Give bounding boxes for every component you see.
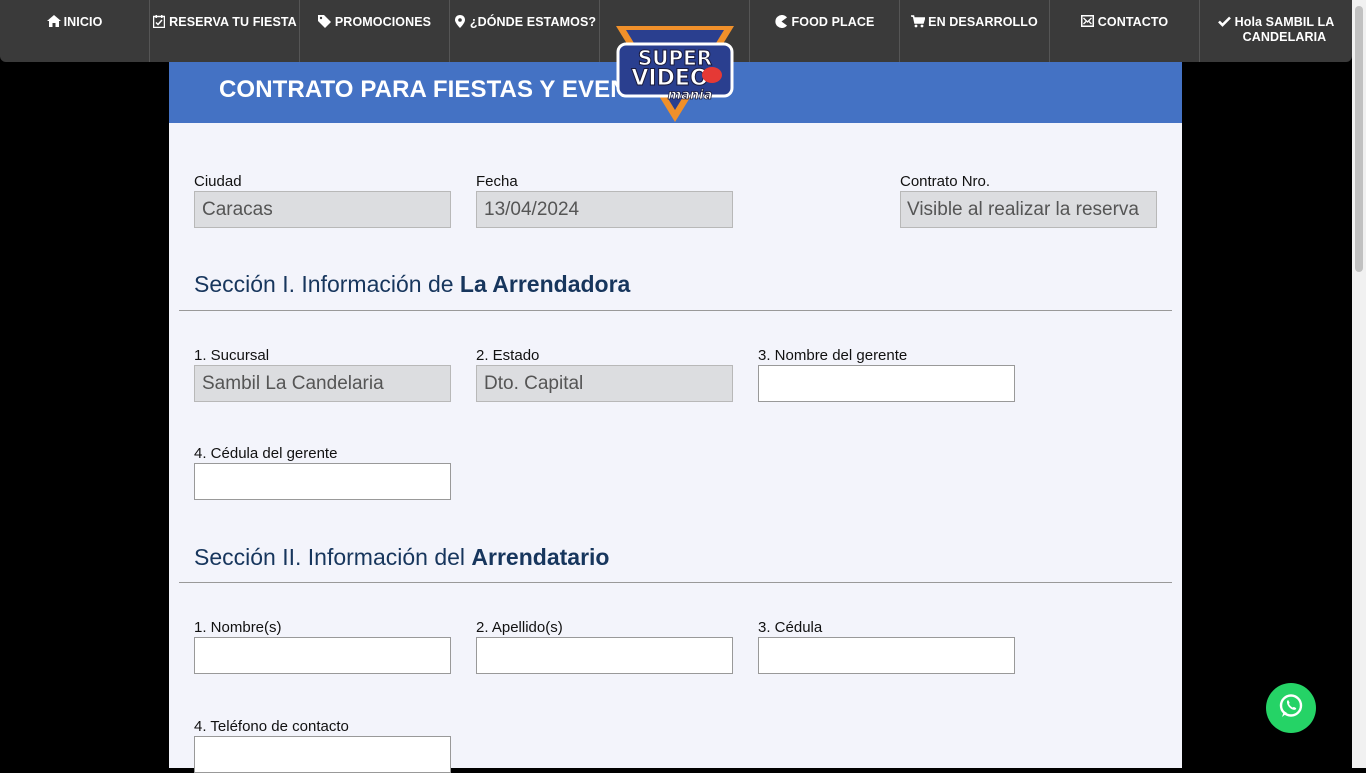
map-pin-icon [453, 15, 467, 32]
cedula-gerente-input[interactable] [194, 463, 451, 500]
sucursal-input[interactable] [194, 365, 451, 402]
mail-icon [1081, 15, 1095, 31]
super-video-mania-logo[interactable]: SUPER VIDEO mania [612, 22, 738, 126]
ciudad-label: Ciudad [194, 173, 242, 190]
section1-title: Sección I. Información de La Arrendadora [194, 271, 630, 298]
apellido-field: 2. Apellido(s) [476, 619, 733, 674]
nav-reserva-label: RESERVA TU FIESTA [169, 15, 297, 29]
estado-label: 2. Estado [476, 347, 540, 364]
fecha-label: Fecha [476, 173, 518, 190]
home-icon [46, 15, 61, 31]
nombre-label: 1. Nombre(s) [194, 619, 282, 636]
contrato-label: Contrato Nro. [900, 173, 991, 190]
telefono-label: 4. Teléfono de contacto [194, 718, 349, 735]
gerente-input[interactable] [758, 365, 1015, 402]
cedula-gerente-label: 4. Cédula del gerente [194, 445, 338, 462]
cedula-label: 3. Cédula [758, 619, 823, 636]
ciudad-field: Ciudad [194, 173, 451, 228]
sucursal-field: 1. Sucursal [194, 347, 451, 402]
nav-desarrollo-label: EN DESARROLLO [928, 15, 1038, 29]
nav-promociones-label: PROMOCIONES [334, 15, 432, 29]
estado-field: 2. Estado [476, 347, 733, 402]
sucursal-label: 1. Sucursal [194, 347, 270, 364]
gerente-field: 3. Nombre del gerente [758, 347, 1015, 402]
calendar-check-icon [152, 15, 166, 32]
nombre-input[interactable] [194, 637, 451, 674]
pacman-icon [775, 15, 789, 32]
section1-title-bold: La Arrendadora [459, 271, 631, 297]
nav-food-label: FOOD PLACE [791, 15, 875, 29]
fecha-input[interactable] [476, 191, 733, 228]
telefono-field: 4. Teléfono de contacto [194, 718, 451, 773]
whatsapp-button[interactable] [1266, 683, 1316, 733]
section1-title-prefix: Sección I. Información de [194, 271, 460, 297]
section2-title: Sección II. Información del Arrendatario [194, 544, 609, 571]
nav-reserva[interactable]: RESERVA TU FIESTA [150, 0, 300, 62]
cedula-field: 3. Cédula [758, 619, 1015, 674]
contrato-input[interactable] [900, 191, 1157, 228]
apellido-input[interactable] [476, 637, 733, 674]
cart-icon [911, 15, 926, 32]
nav-contacto-label: CONTACTO [1097, 15, 1169, 29]
check-icon [1218, 16, 1232, 31]
scrollbar-thumb[interactable] [1355, 6, 1363, 272]
nav-food-place[interactable]: FOOD PLACE [750, 0, 900, 62]
nav-contacto[interactable]: CONTACTO [1050, 0, 1200, 62]
cedula-gerente-field: 4. Cédula del gerente [194, 445, 451, 500]
nav-donde-label: ¿DÓNDE ESTAMOS? [469, 15, 597, 29]
tag-icon [318, 15, 332, 32]
nav-inicio-label: INICIO [63, 15, 103, 29]
gerente-label: 3. Nombre del gerente [758, 347, 908, 364]
cedula-input[interactable] [758, 637, 1015, 674]
page-title: CONTRATO PARA FIESTAS Y EVENTOS [219, 76, 677, 103]
logo-line3: mania [668, 88, 713, 103]
whatsapp-icon [1277, 692, 1305, 725]
section2-divider [179, 582, 1172, 583]
section2-title-prefix: Sección II. Información del [194, 544, 472, 570]
page-scrollbar[interactable] [1352, 0, 1366, 768]
telefono-input[interactable] [194, 736, 451, 773]
contrato-field: Contrato Nro. [900, 173, 1157, 228]
nav-en-desarrollo[interactable]: EN DESARROLLO [900, 0, 1050, 62]
section1-divider [179, 310, 1172, 311]
nav-user-label: Hola SAMBIL LA CANDELARIA [1234, 15, 1335, 44]
nav-user-greeting[interactable]: Hola SAMBIL LA CANDELARIA [1200, 0, 1352, 62]
ciudad-input[interactable] [194, 191, 451, 228]
nav-promociones[interactable]: PROMOCIONES [300, 0, 450, 62]
section2-title-bold: Arrendatario [471, 544, 610, 570]
apellido-label: 2. Apellido(s) [476, 619, 563, 636]
nav-inicio[interactable]: INICIO [0, 0, 150, 62]
fecha-field: Fecha [476, 173, 733, 228]
nav-donde-estamos[interactable]: ¿DÓNDE ESTAMOS? [450, 0, 600, 62]
contract-form: CONTRATO PARA FIESTAS Y EVENTOS Ciudad F… [169, 62, 1182, 773]
estado-input[interactable] [476, 365, 733, 402]
nombre-field: 1. Nombre(s) [194, 619, 451, 674]
